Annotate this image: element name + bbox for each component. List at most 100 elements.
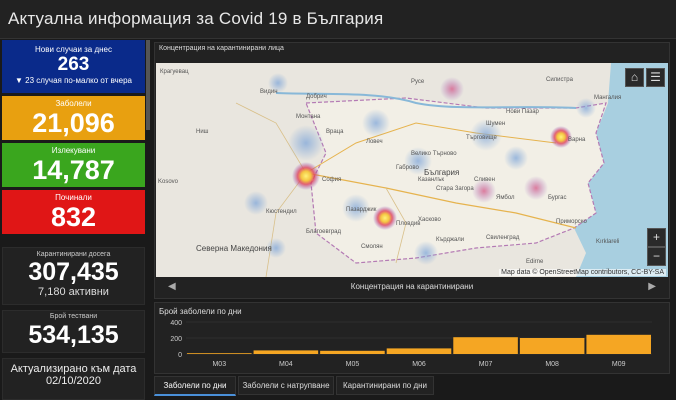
- home-button[interactable]: ⌂: [625, 68, 644, 87]
- bar[interactable]: [320, 350, 385, 354]
- map-label: Edirne: [526, 259, 544, 265]
- x-tick-label: M07: [479, 361, 493, 368]
- map-label: София: [322, 177, 341, 183]
- stats-sidebar: Нови случаи за днес 263 ▼ 23 случая по-м…: [0, 40, 152, 400]
- map-panel: Концентрация на карантинирани лица Крагу…: [154, 42, 670, 299]
- bar[interactable]: [453, 337, 518, 354]
- map-caption: Концентрация на карантинирани: [350, 282, 474, 291]
- map-label: Пазарджик: [346, 207, 377, 213]
- heat-blob: [244, 191, 268, 215]
- x-tick-label: M08: [545, 361, 559, 368]
- map-label: Северна Македония: [196, 244, 272, 253]
- map-label: Монтана: [296, 114, 321, 120]
- bar[interactable]: [187, 353, 252, 354]
- map-label: Смолян: [361, 244, 383, 250]
- new-cases-change: ▼ 23 случая по-малко от вчера: [15, 76, 132, 85]
- sidebar-scrollbar[interactable]: [146, 40, 150, 130]
- quarantined-label: Карантинирани досега: [36, 251, 111, 258]
- map-label: Видин: [260, 89, 278, 95]
- map-label: Казанлък: [418, 177, 444, 183]
- heat-blob: [440, 77, 464, 101]
- quarantined-card: Карантинирани досега 307,435 7,180 актив…: [2, 247, 145, 305]
- y-tick-label: 0: [178, 352, 182, 359]
- infected-card: Заболели 21,096: [2, 96, 145, 140]
- map-label: Благоевград: [306, 229, 341, 235]
- map-label: Свиленград: [486, 235, 520, 241]
- map-canvas: Крагуевац Видин Русе Силистра Велико Тър…: [158, 63, 668, 277]
- y-tick-label: 400: [170, 320, 182, 327]
- map-label: Сливен: [474, 177, 495, 183]
- tab-daily-cases[interactable]: Заболели по дни: [154, 376, 236, 396]
- map-label: Пловдив: [396, 221, 420, 227]
- hotspot-plovdiv: [373, 206, 397, 230]
- map-label: България: [424, 168, 459, 177]
- map-label: Търговище: [466, 135, 498, 141]
- map-label: Стара Загора: [436, 186, 474, 192]
- heat-blob: [576, 98, 596, 118]
- new-cases-value: 263: [57, 54, 90, 75]
- new-cases-label: Нови случаи за днес: [34, 45, 113, 54]
- heat-blob: [504, 146, 528, 170]
- map-label: Мангалия: [594, 95, 621, 101]
- x-tick-label: M04: [279, 361, 293, 368]
- map-label: Kosovo: [158, 179, 179, 185]
- heat-map[interactable]: Крагуевац Видин Русе Силистра Велико Тър…: [156, 63, 668, 277]
- zoom-in-button[interactable]: +: [647, 228, 666, 247]
- daily-cases-chart[interactable]: 400 200 0 M03 M04 M05 M06 M07 M08 M09: [156, 320, 668, 372]
- map-label: Ловеч: [366, 139, 383, 145]
- x-tick-label: M05: [346, 361, 360, 368]
- map-label: Бургас: [548, 195, 566, 201]
- legend-list-button[interactable]: ☰: [646, 68, 665, 87]
- y-tick-label: 200: [170, 336, 182, 343]
- recovered-value: 14,787: [32, 155, 115, 185]
- map-label: Кюстендил: [266, 209, 297, 215]
- heat-blob: [524, 176, 548, 200]
- map-attribution: Map data © OpenStreetMap contributors, C…: [499, 269, 666, 276]
- tab-cumulative-cases[interactable]: Заболели с натрупване: [238, 376, 334, 395]
- map-label: Добрич: [306, 94, 327, 100]
- page-title: Актуална информация за Covid 19 в Българ…: [8, 9, 384, 28]
- map-label: Русе: [411, 79, 425, 85]
- hotspot-sofia: [292, 162, 320, 190]
- tab-daily-quarantined[interactable]: Карантинирани по дни: [336, 376, 434, 395]
- map-label: Kırklareli: [596, 239, 619, 245]
- map-label: Крагуевац: [160, 69, 189, 75]
- map-label: Велико Търново: [411, 151, 457, 157]
- x-tick-label: M03: [212, 361, 226, 368]
- map-label: Ямбол: [496, 195, 515, 201]
- bar[interactable]: [519, 338, 585, 354]
- deceased-value: 832: [50, 202, 97, 232]
- heat-blob: [414, 241, 438, 265]
- x-tick-label: M09: [612, 361, 626, 368]
- app-header: Актуална информация за Covid 19 в Българ…: [0, 0, 676, 39]
- map-label: Габрово: [396, 165, 419, 171]
- tests-label: Брой тествани: [49, 313, 98, 320]
- new-cases-card: Нови случаи за днес 263 ▼ 23 случая по-м…: [2, 40, 145, 93]
- map-label: Враца: [326, 129, 344, 135]
- updated-date: 02/10/2020: [45, 375, 102, 387]
- chart-panel: Брой заболели по дни 400 200 0 M03 M04 M05 M06…: [154, 302, 670, 374]
- zoom-out-button[interactable]: −: [647, 247, 666, 266]
- chart-title: Брой заболели по дни: [159, 307, 242, 316]
- map-label: Варна: [568, 137, 586, 143]
- next-arrow-icon[interactable]: ▶: [648, 281, 656, 292]
- map-label: Силистра: [546, 77, 574, 83]
- x-tick-label: M06: [412, 361, 426, 368]
- map-label: Хасково: [418, 217, 441, 223]
- bar[interactable]: [253, 350, 319, 354]
- quarantined-active: 7,180 активни: [38, 286, 109, 298]
- heat-blob: [362, 109, 390, 137]
- deceased-card: Починали 832: [2, 190, 145, 234]
- bar[interactable]: [586, 334, 651, 354]
- map-label: Ниш: [196, 129, 209, 135]
- tests-card: Брой тествани 534,135: [2, 310, 145, 353]
- quarantined-value: 307,435: [28, 258, 119, 286]
- tests-value: 534,135: [28, 321, 119, 349]
- updated-label: Актуализирано към дата: [10, 363, 137, 375]
- bar[interactable]: [386, 348, 452, 354]
- recovered-label: Излекувани: [51, 146, 96, 155]
- map-caption-bar: ◀ Концентрация на карантинирани ▶: [156, 279, 668, 297]
- recovered-card: Излекувани 14,787: [2, 143, 145, 187]
- deceased-label: Починали: [55, 193, 92, 202]
- infected-label: Заболели: [55, 99, 92, 108]
